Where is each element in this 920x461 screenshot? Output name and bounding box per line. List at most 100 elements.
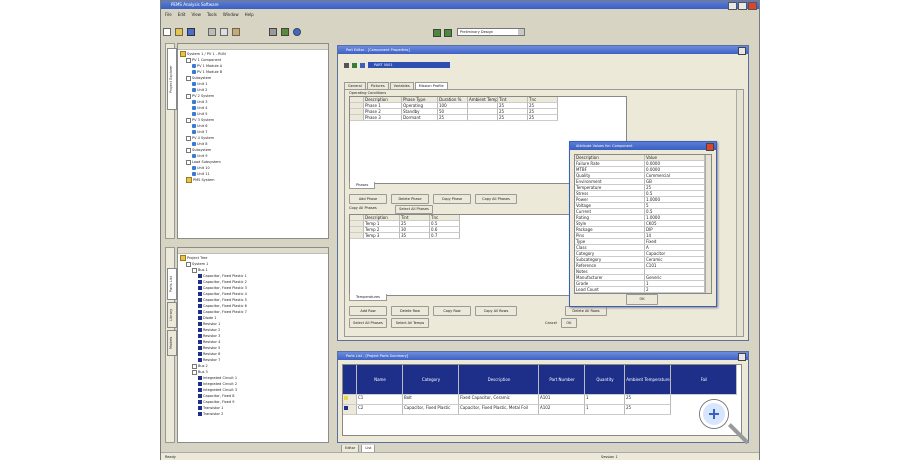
save-icon[interactable] [187,28,195,36]
parts-list-titlebar: Parts List - [Project Parts Summary] [338,352,748,361]
table-row[interactable]: C2 Capacitor, Fixed Plastic Capacitor, Fix… [343,405,741,415]
parts-list-title: Parts List - [Project Parts Summary] [346,354,409,358]
table-cell: Fixed Capacitor, Ceramic [459,395,539,405]
select-all-phases-button-2[interactable]: Select All Phases [349,318,387,328]
dialog-ok-button[interactable]: OK [626,294,658,305]
side-tab-parts-list[interactable]: Parts List [167,268,177,300]
tree-item-label: Capacitor, Fixed Plastic 6 [203,304,247,308]
cancel-label[interactable]: Cancel [545,321,557,325]
tree-item-label: Integrated Circuit 3 [203,388,238,392]
part-header-row: PART 0001 [344,62,450,68]
column-header[interactable]: Name [357,365,403,395]
part-icon [198,346,202,350]
component-icon [192,154,196,158]
tree-item-label: Resistor 7 [203,358,221,362]
status-text: Ready [165,455,176,459]
part-icon [198,382,202,386]
ok-button[interactable]: OK [560,318,577,328]
table-row[interactable]: C1 Bolt Fixed Capacitor, Ceramic A101 1 25 [343,395,741,405]
tree-item-label: Unit 9 [197,154,208,158]
side-tab-library[interactable]: Library [167,302,177,328]
menu-edit[interactable]: Edit [178,11,186,18]
close-icon[interactable] [738,353,746,361]
dialog-titlebar: Attribute Values for: Component [570,142,716,151]
tree-item-label: Unit 3 [197,100,208,104]
menu-file[interactable]: File [165,11,172,18]
table-cell: Capacitor, Fixed Plastic [403,405,459,415]
delete-row-button[interactable]: Delete Row [391,306,429,316]
tree-item-label: Unit 2 [197,88,208,92]
copy-phase-button[interactable]: Copy Phase [433,194,471,204]
table-row[interactable]: Phase 3 Dormant 25 25 25 [350,115,626,121]
part-icon-2 [352,62,357,68]
tree-item-label: Bus 3 [198,370,208,374]
tree-item-label: System 1 [192,262,209,266]
table-cell: A102 [539,405,585,415]
column-header[interactable]: Fail [671,365,737,395]
copy-all-phases-button[interactable]: Copy All Phases [475,194,517,204]
delete-all-rows-button[interactable]: Delete All Rows [565,306,607,316]
copy-row-button[interactable]: Copy Row [433,306,471,316]
tree-item-label: Resistor 4 [203,340,221,344]
part-icon [198,334,202,338]
status-bar: Ready Session 1 [161,452,759,460]
select-all-phases-button[interactable]: Select All Phases [395,205,433,214]
delete-phase-button[interactable]: Delete Phase [391,194,429,204]
side-tab-strip-bottom: Parts List Library Models [165,247,177,443]
app-window: PEMS Analysis Software File Edit View To… [160,0,760,460]
dialog-title: Attribute Values for: Component [576,144,633,148]
tool-icon[interactable] [281,28,289,36]
copy-icon[interactable] [220,28,228,36]
subtab-phases[interactable]: Phases [349,182,376,189]
close-button[interactable] [748,2,757,10]
select-all-temps-button[interactable]: Select All Temps [391,318,429,328]
component-icon [192,124,196,128]
tree-item-label: Unit 4 [197,106,208,110]
menu-window[interactable]: Window [223,11,239,18]
copy-all-rows-button[interactable]: Copy All Rows [475,306,517,316]
vertical-scrollbar[interactable] [736,90,743,336]
add-row-button[interactable]: Add Row [349,306,387,316]
menu-tools[interactable]: Tools [207,11,217,18]
help-icon[interactable] [293,28,301,36]
minimize-button[interactable] [728,2,737,10]
table-header: Name Category Description Part Number Quanti… [343,365,741,395]
paste-icon[interactable] [232,28,240,36]
chevron-down-icon[interactable] [518,29,524,35]
table-row[interactable]: Lead Count 2 [575,287,711,293]
part-editor-title: Part Editor - [Component Properties] [346,48,410,52]
side-tab-models[interactable]: Models [167,330,177,356]
column-header[interactable]: Category [403,365,459,395]
row-marker-icon [344,406,348,410]
new-icon[interactable] [163,28,171,36]
subtab-temperatures[interactable]: Temperatures [349,294,387,301]
column-header[interactable] [343,365,357,395]
part-icon-3 [360,62,365,68]
print-icon[interactable] [269,28,277,36]
component-icon [192,130,196,134]
menu-help[interactable]: Help [245,11,254,18]
column-header[interactable]: Ambient Temperature [625,365,671,395]
add-phase-button[interactable]: Add Phase [349,194,387,204]
column-header[interactable]: Quantity [585,365,625,395]
side-tab-project-explorer[interactable]: Project Explorer [167,48,177,110]
close-icon[interactable] [706,143,714,151]
cut-icon[interactable] [208,28,216,36]
part-icon [198,358,202,362]
open-icon[interactable] [175,28,183,36]
part-icon [198,310,202,314]
design-combo[interactable]: Preliminary Design [457,28,525,36]
dialog-scrollbar[interactable] [705,155,711,293]
tree-item-label: Resistor 6 [203,352,221,356]
tree-item[interactable]: PMS System [180,177,326,183]
back-icon[interactable] [433,29,441,37]
maximize-button[interactable] [738,2,747,10]
forward-icon[interactable] [444,29,452,37]
menu-view[interactable]: View [191,11,201,18]
column-header[interactable]: Description [459,365,539,395]
tree-item[interactable]: Transistor 2 [180,411,326,417]
part-icon [198,376,202,380]
column-header[interactable]: Part Number [539,365,585,395]
close-icon[interactable] [738,47,746,55]
app-title: PEMS Analysis Software [171,2,219,7]
